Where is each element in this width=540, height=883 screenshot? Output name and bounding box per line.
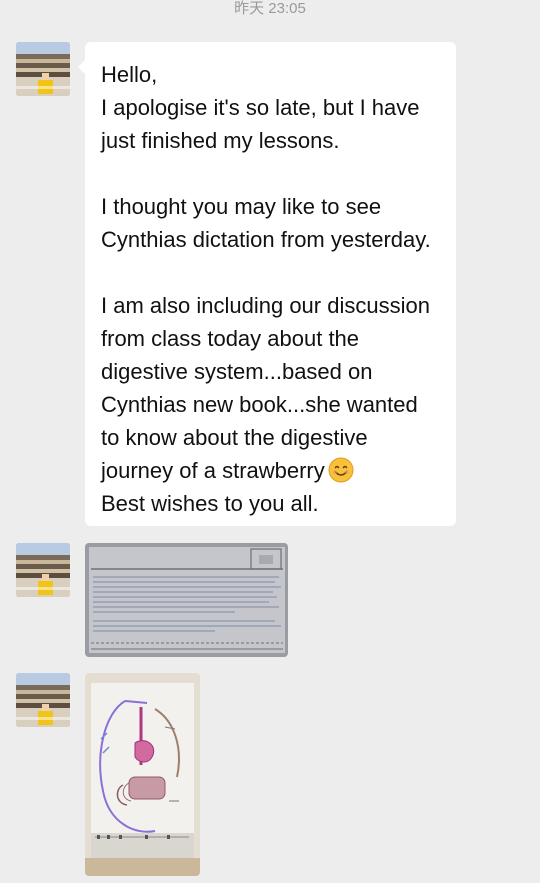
- message-line: I thought you may like to see: [101, 190, 446, 223]
- message-line: journey of a strawberry: [101, 454, 446, 487]
- message-line: I apologise it's so late, but I have: [101, 91, 446, 124]
- sender-avatar[interactable]: [16, 543, 70, 597]
- message-bubble-text[interactable]: Hello, I apologise it's so late, but I ha…: [78, 42, 456, 526]
- message-image-worksheet[interactable]: [85, 543, 288, 657]
- message-line-text: I apologise it's so late, but I have: [101, 95, 420, 120]
- message-line-text: digestive system...based on: [101, 359, 373, 384]
- message-line-text: just finished my lessons.: [101, 128, 340, 153]
- message-line: just finished my lessons.: [101, 124, 446, 157]
- message-line: Hello,: [101, 58, 446, 91]
- message-line-text: Cynthias dictation from yesterday.: [101, 227, 431, 252]
- avatar-image: [16, 543, 70, 597]
- message-line: digestive system...based on: [101, 355, 446, 388]
- worksheet-photo: [85, 543, 288, 657]
- message-line: to know about the digestive: [101, 421, 446, 454]
- message-line: Best wishes to you all.: [101, 487, 446, 520]
- smiling-face-icon: [328, 457, 354, 483]
- message-line: from class today about the: [101, 322, 446, 355]
- message-line: [101, 256, 446, 289]
- message-line: I am also including our discussion: [101, 289, 446, 322]
- message-line-text: Cynthias new book...she wanted: [101, 392, 418, 417]
- message-line: Cynthias dictation from yesterday.: [101, 223, 446, 256]
- message-line-text: Best wishes to you all.: [101, 491, 319, 516]
- avatar-image: [16, 673, 70, 727]
- avatar-image: [16, 42, 70, 96]
- sender-avatar[interactable]: [16, 42, 70, 96]
- message-image-drawing[interactable]: [85, 673, 200, 876]
- message-line: Cynthias new book...she wanted: [101, 388, 446, 421]
- message-line-text: journey of a strawberry: [101, 458, 325, 483]
- message-line-text: Hello,: [101, 62, 158, 87]
- chat-timestamp: 昨天 23:05: [234, 0, 306, 17]
- digestive-drawing-photo: [85, 673, 200, 876]
- message-line-text: I am also including our discussion: [101, 293, 430, 318]
- message-line-text: from class today about the: [101, 326, 360, 351]
- message-line: [101, 157, 446, 190]
- sender-avatar[interactable]: [16, 673, 70, 727]
- message-line-text: I thought you may like to see: [101, 194, 382, 219]
- message-line-text: to know about the digestive: [101, 425, 368, 450]
